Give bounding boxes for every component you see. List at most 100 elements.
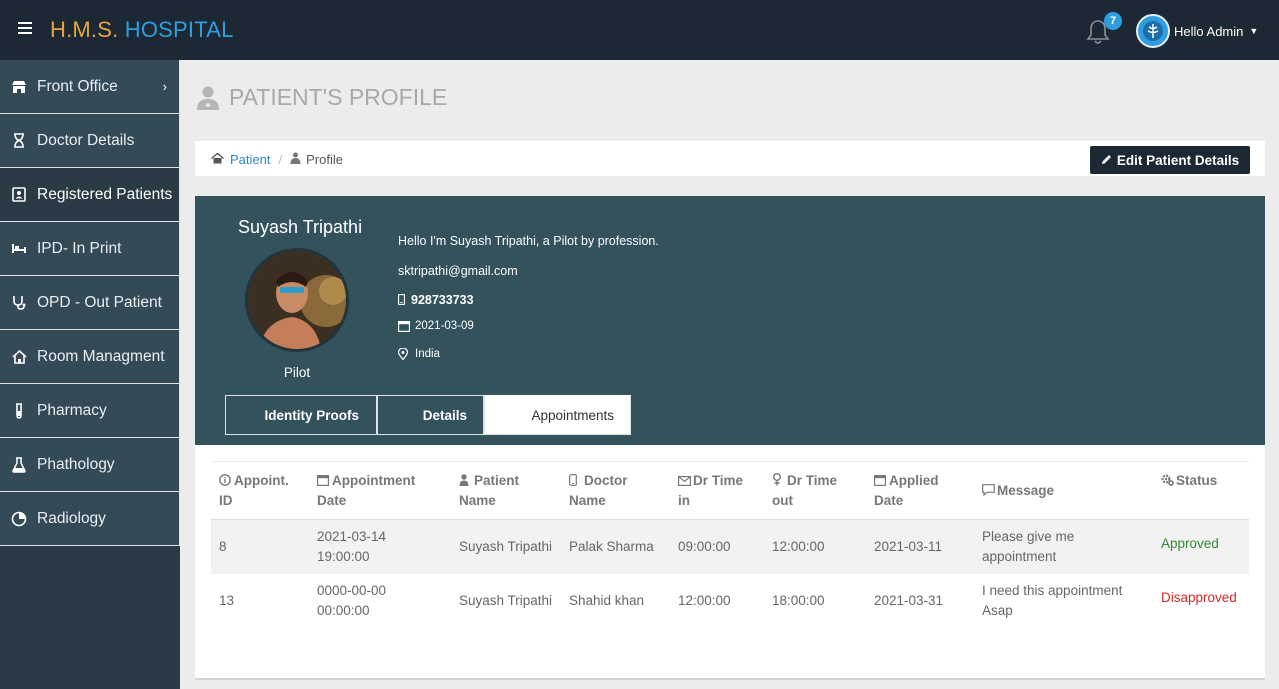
- header-label: Applied: [889, 473, 939, 488]
- info-circle-icon: [219, 472, 231, 486]
- col-appointment-date[interactable]: Appointment Date: [309, 461, 451, 520]
- brand-logo[interactable]: H.M.S. HOSPITAL: [50, 17, 234, 43]
- col-dr-time-out[interactable]: Dr Time out: [764, 461, 866, 520]
- cell-time-in: 12:00:00: [678, 593, 731, 608]
- calendar-icon: [398, 320, 410, 332]
- cell-doctor: Palak Sharma: [561, 519, 670, 574]
- col-applied-date[interactable]: Applied Date: [866, 461, 974, 520]
- admin-avatar-icon: [1136, 14, 1170, 48]
- sidebar-item-pharmacy[interactable]: Pharmacy: [0, 384, 180, 438]
- cell-message-line: Please give me: [982, 529, 1075, 544]
- sidebar-item-radiology[interactable]: Radiology: [0, 492, 180, 546]
- cell-time-line: 00:00:00: [317, 603, 370, 618]
- header-label: Dr Time: [693, 473, 744, 488]
- user-greeting: Hello Admin: [1174, 23, 1244, 39]
- patient-date: 2021-03-09: [398, 320, 474, 332]
- header-label: in: [678, 493, 690, 508]
- sidebar-item-room-management[interactable]: Room Managment: [0, 330, 180, 384]
- sidebar-item-label: OPD - Out Patient: [37, 293, 162, 311]
- header-label: Message: [997, 483, 1055, 498]
- breadcrumb-bar: Patient / Profile Edit Patient Details: [195, 141, 1265, 176]
- patient-profession: Pilot: [283, 365, 311, 380]
- email-text: sktripathi@gmail.com: [398, 264, 518, 278]
- edit-patient-details-button[interactable]: Edit Patient Details: [1090, 146, 1250, 174]
- col-doctor-name[interactable]: Doctor Name: [561, 461, 670, 520]
- top-bar: H.M.S. HOSPITAL 7 Hello Admin ▼: [0, 0, 1279, 60]
- calendar-icon: [317, 472, 330, 487]
- sidebar-item-label: Pharmacy: [37, 401, 107, 419]
- tab-appointments[interactable]: Appointments: [484, 395, 631, 435]
- bed-icon: [10, 240, 28, 258]
- col-message[interactable]: Message: [974, 461, 1153, 520]
- date-text: 2021-03-09: [415, 320, 474, 332]
- tab-identity-proofs[interactable]: Identity Proofs: [225, 395, 377, 435]
- home-icon: [10, 348, 28, 366]
- cell-message: Please give me appointment: [974, 519, 1153, 574]
- patient-country: India: [398, 348, 440, 360]
- col-appointment-id[interactable]: Appoint. ID: [211, 461, 309, 520]
- menu-toggle-icon[interactable]: [18, 22, 32, 34]
- home-icon: [211, 152, 224, 167]
- sidebar-item-label: Radiology: [37, 509, 106, 527]
- table-row[interactable]: 13 0000-00-00 00:00:00 Suyash Tripathi Sh…: [211, 574, 1249, 628]
- sidebar-item-doctor-details[interactable]: Doctor Details: [0, 114, 180, 168]
- cell-message: I need this appointment Asap: [974, 574, 1153, 628]
- user-menu[interactable]: Hello Admin ▼: [1136, 14, 1258, 48]
- cell-applied: 2021-03-31: [874, 593, 944, 608]
- cell-doctor: Shahid khan: [569, 593, 645, 608]
- patient-email: sktripathi@gmail.com: [398, 264, 518, 278]
- mobile-icon: [398, 294, 406, 306]
- stethoscope-icon: [10, 294, 28, 312]
- cell-time-out: 18:00:00: [772, 593, 825, 608]
- sidebar-item-label: Doctor Details: [37, 131, 135, 149]
- sidebar-item-ipd[interactable]: IPD- In Print: [0, 222, 180, 276]
- sidebar-item-label: Phathology: [37, 455, 115, 473]
- header-label: Appointment: [332, 473, 416, 488]
- user-doctor-icon: [196, 85, 220, 111]
- sidebar-item-label: Front Office: [37, 77, 118, 95]
- cell-date-line: 2021-03-14: [317, 529, 387, 544]
- cell-id: 8: [211, 519, 309, 574]
- col-status[interactable]: Status: [1153, 461, 1249, 520]
- cell-message-line: appointment: [982, 549, 1057, 564]
- page-title-text: PATIENT'S PROFILE: [229, 84, 448, 110]
- patient-profile-panel: Suyash Tripathi Pilot Hello I'm Suyash T…: [195, 196, 1265, 445]
- cell-time-in: 09:00:00: [670, 519, 764, 574]
- user-icon: [459, 472, 471, 486]
- map-marker-icon: [398, 348, 410, 360]
- caret-down-icon: ▼: [1249, 26, 1259, 36]
- cell-appointment-date: 2021-03-14 19:00:00: [309, 519, 451, 574]
- status-badge: Disapproved: [1161, 590, 1237, 605]
- sidebar-item-registered-patients[interactable]: Registered Patients: [0, 168, 180, 222]
- appointments-table: Appoint. ID Appointment Date Patient Name D…: [211, 461, 1249, 628]
- tab-label: Identity Proofs: [264, 407, 359, 423]
- header-label: Appoint.: [234, 473, 289, 488]
- breadcrumb-patient-link[interactable]: Patient: [230, 152, 270, 167]
- sidebar-item-label: IPD- In Print: [37, 239, 122, 257]
- female-icon: [772, 472, 784, 486]
- sidebar-item-opd[interactable]: OPD - Out Patient: [0, 276, 180, 330]
- col-dr-time-in[interactable]: Dr Time in: [670, 461, 764, 520]
- sidebar-item-front-office[interactable]: Front Office ›: [0, 60, 180, 114]
- patient-photo: [245, 248, 349, 352]
- calendar-icon: [874, 472, 887, 487]
- cell-appointment-date: 0000-00-00 00:00:00: [309, 574, 451, 628]
- breadcrumb-current: Profile: [306, 152, 343, 167]
- table-row[interactable]: 8 2021-03-14 19:00:00 Suyash Tripathi Pal…: [211, 519, 1249, 574]
- page-title: PATIENT'S PROFILE: [196, 84, 447, 111]
- brand-part2: HOSPITAL: [124, 17, 234, 42]
- cell-date-line: 0000-00-00: [317, 583, 387, 598]
- tab-details[interactable]: Details: [377, 395, 484, 435]
- patient-name: Suyash Tripathi: [238, 217, 363, 237]
- cogs-icon: [1161, 472, 1174, 486]
- col-patient-name[interactable]: Patient Name: [451, 461, 561, 520]
- header-label: Patient: [474, 473, 520, 488]
- id-card-icon: [10, 186, 28, 204]
- sidebar-item-pathology[interactable]: Phathology: [0, 438, 180, 492]
- header-label: Dr Time: [787, 473, 838, 488]
- table-header-row: Appoint. ID Appointment Date Patient Name D…: [211, 461, 1249, 520]
- flask-icon: [10, 456, 28, 474]
- panel-bottom-border: [195, 678, 1265, 680]
- cell-time-line: 19:00:00: [317, 549, 370, 564]
- store-icon: [10, 78, 28, 96]
